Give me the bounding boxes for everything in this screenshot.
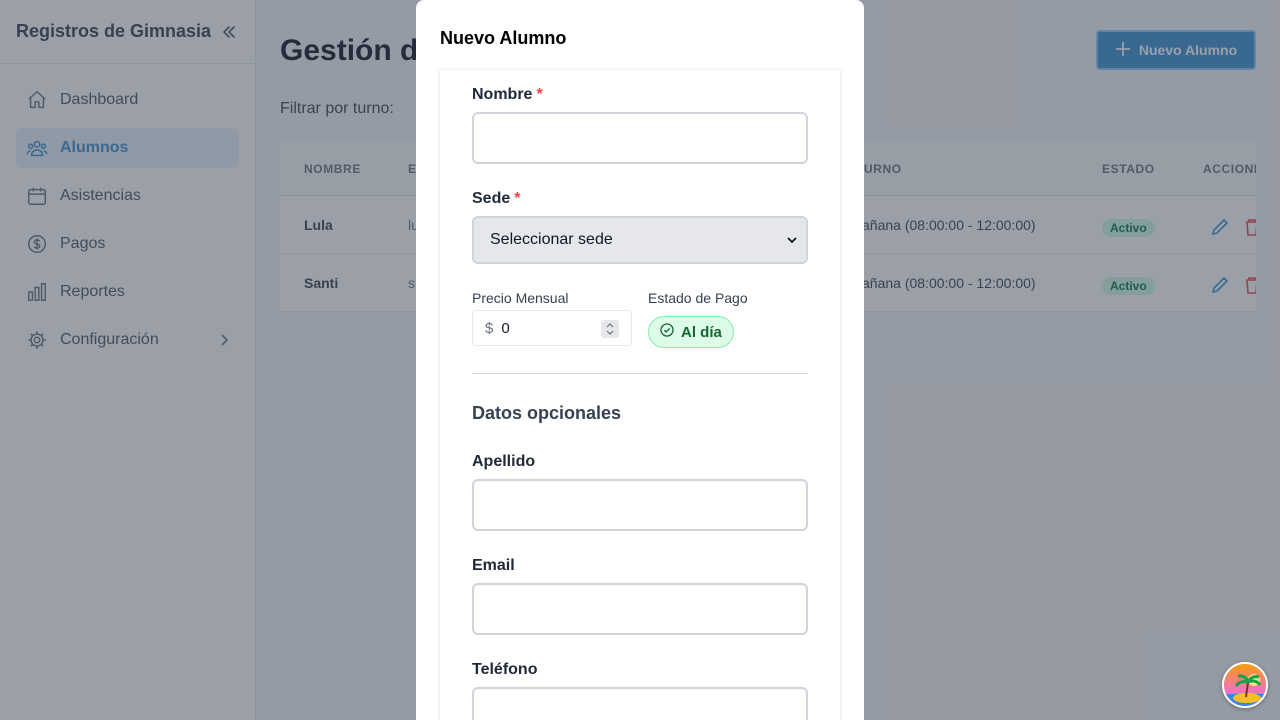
divider [472, 373, 808, 374]
nombre-input[interactable] [472, 112, 808, 164]
required-mark: * [536, 86, 543, 103]
precio-label: Precio Mensual [472, 290, 569, 306]
precio-input[interactable]: $ 0 [472, 310, 632, 346]
telefono-input[interactable] [472, 687, 808, 720]
chevron-down-icon [786, 236, 798, 244]
estado-pago-label: Estado de Pago [648, 290, 748, 306]
payment-status-value: Al día [681, 323, 722, 341]
floating-avatar-button[interactable] [1222, 662, 1268, 708]
precio-value: 0 [501, 319, 510, 337]
email-input[interactable] [472, 583, 808, 635]
modal-title: Nuevo Alumno [440, 28, 567, 48]
number-stepper-icon[interactable] [601, 320, 619, 338]
new-student-modal: Nuevo Alumno Nombre * Sede * Seleccionar s… [416, 0, 864, 720]
currency-symbol: $ [485, 319, 494, 337]
optional-section-title: Datos opcionales [472, 403, 622, 423]
sede-label: Sede * [472, 190, 521, 207]
required-mark: * [514, 190, 521, 207]
check-circle-icon [660, 323, 674, 341]
nombre-label: Nombre * [472, 86, 543, 103]
sede-select-value: Seleccionar sede [490, 231, 613, 248]
apellido-label: Apellido [472, 453, 536, 470]
apellido-input[interactable] [472, 479, 808, 531]
sede-select[interactable]: Seleccionar sede [472, 216, 808, 264]
payment-status-badge[interactable]: Al día [648, 316, 734, 348]
modal-form: Nombre * Sede * Seleccionar sede Precio Me… [440, 70, 840, 720]
telefono-label: Teléfono [472, 661, 538, 678]
email-label: Email [472, 557, 515, 574]
